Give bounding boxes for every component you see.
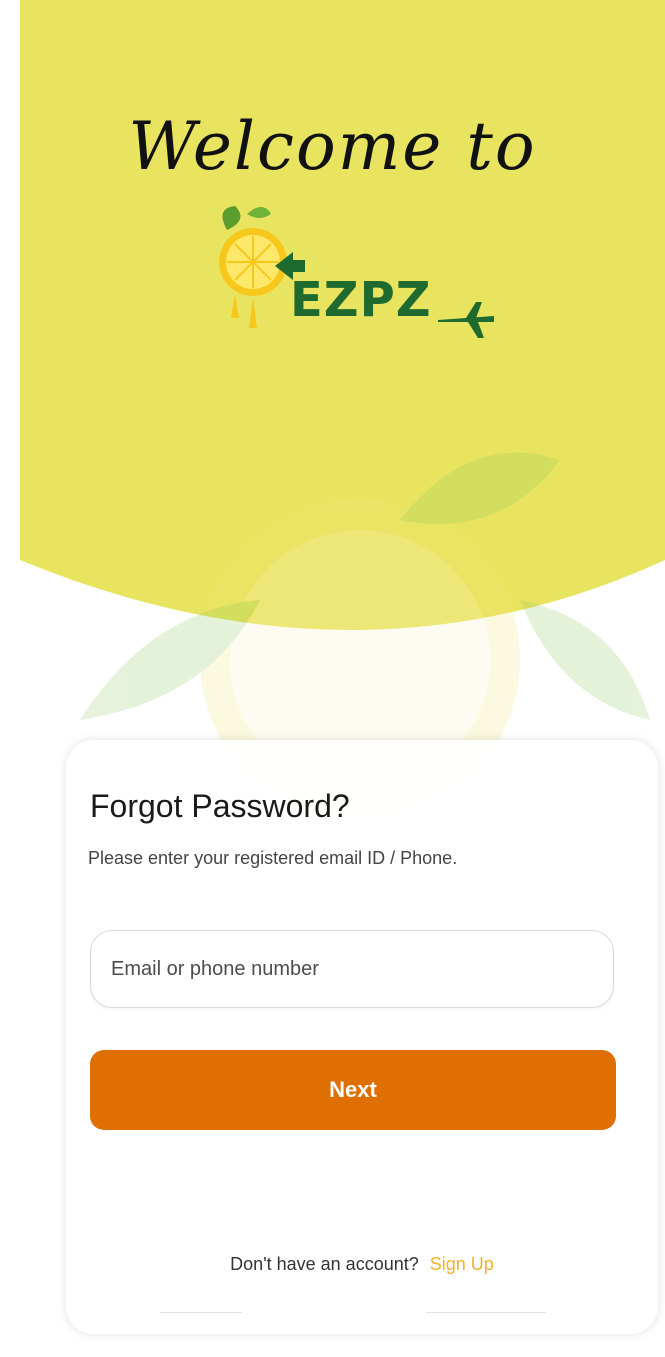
forgot-password-card: Forgot Password? Please enter your regis… bbox=[66, 740, 658, 1334]
divider-right bbox=[426, 1312, 546, 1313]
signup-row: Don't have an account? Sign Up bbox=[66, 1254, 658, 1275]
forgot-password-screen: Welcome to EZPZ Forgot Password? Please … bbox=[0, 0, 665, 1357]
page-title: Forgot Password? bbox=[90, 788, 350, 824]
next-button[interactable]: Next bbox=[90, 1050, 616, 1130]
airplane-icon bbox=[438, 302, 494, 338]
email-phone-input[interactable] bbox=[91, 931, 613, 1007]
divider-left bbox=[160, 1312, 242, 1313]
signup-link[interactable]: Sign Up bbox=[430, 1254, 494, 1274]
signup-prompt: Don't have an account? bbox=[230, 1254, 419, 1274]
page-subtitle: Please enter your registered email ID / … bbox=[88, 848, 458, 868]
logo-text: EZPZ bbox=[290, 272, 432, 328]
welcome-heading: Welcome to bbox=[128, 108, 537, 185]
email-phone-field-container bbox=[90, 930, 614, 1008]
